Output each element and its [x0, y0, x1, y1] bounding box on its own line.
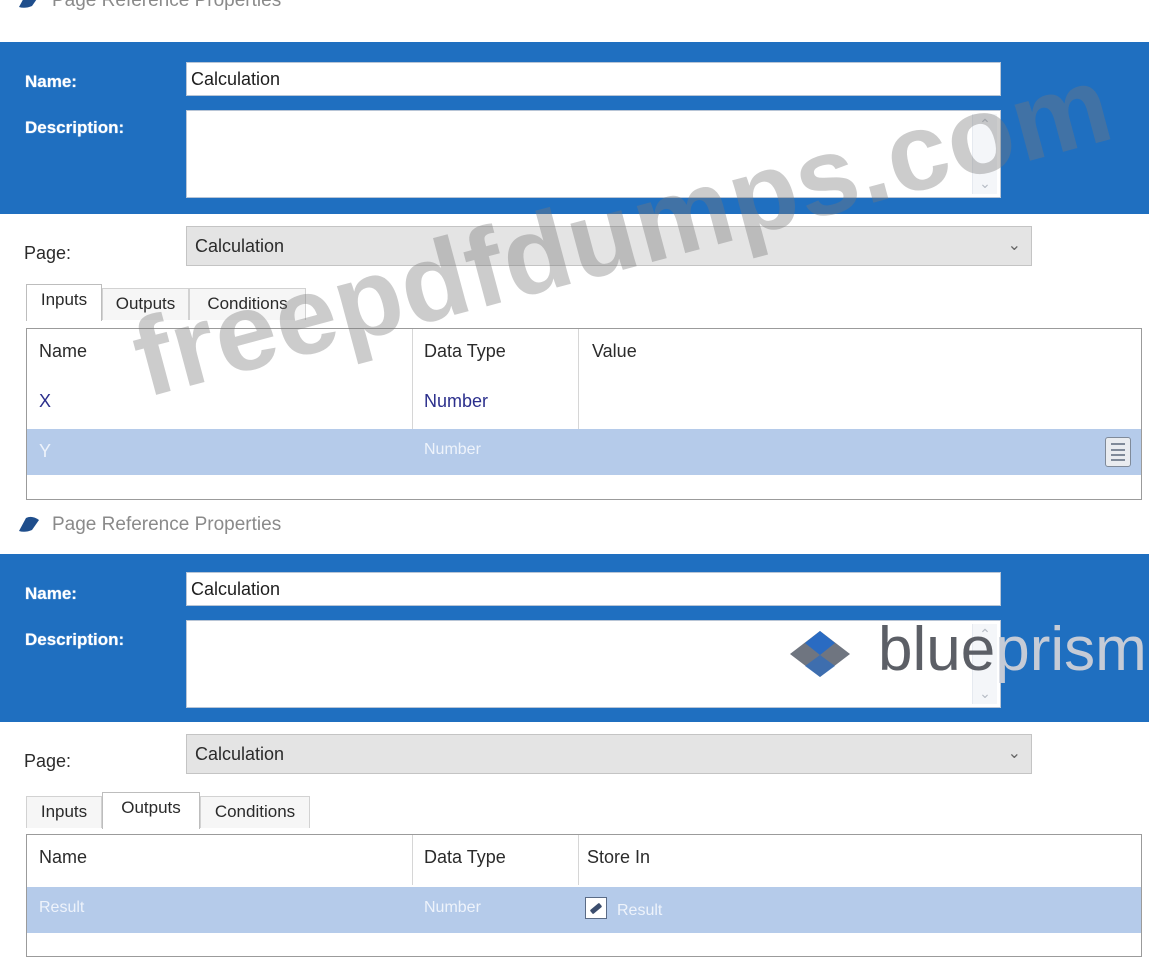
tab-outputs[interactable]: Outputs [102, 288, 189, 320]
tab-conditions[interactable]: Conditions [200, 796, 310, 828]
scroll-up-icon[interactable]: ⌃ [973, 626, 997, 643]
calculator-icon[interactable] [1105, 437, 1131, 467]
scroll-up-icon[interactable]: ⌃ [973, 116, 997, 133]
description-scrollbar[interactable]: ⌃ ⌄ [972, 114, 997, 194]
chevron-down-icon: ⌄ [1007, 237, 1021, 254]
column-header-data-type[interactable]: Data Type [424, 847, 506, 868]
table-row[interactable]: X Number [27, 379, 1141, 425]
name-label: Name: [25, 584, 77, 603]
grid-header: Name Data Type Store In [27, 835, 1141, 881]
column-header-name[interactable]: Name [39, 847, 87, 868]
tab-outputs[interactable]: Outputs [102, 792, 200, 829]
tab-inputs[interactable]: Inputs [26, 284, 102, 321]
name-label: Name: [25, 72, 77, 91]
table-row-selected[interactable]: Result Number Result [27, 887, 1141, 933]
tab-conditions[interactable]: Conditions [189, 288, 306, 320]
column-header-store-in[interactable]: Store In [587, 847, 650, 868]
page-select-value: Calculation [195, 236, 285, 256]
page-reference-icon [19, 516, 39, 532]
row-name: Y [39, 441, 52, 461]
name-field[interactable]: Calculation [186, 572, 1001, 606]
inputs-grid: Name Data Type Value X Number Y Number [26, 328, 1142, 500]
header-band: Name: Calculation Description: ⌃ ⌄ [0, 42, 1149, 214]
header-band: Name: Calculation Description: ⌃ ⌄ [0, 554, 1149, 722]
page-reference-icon [19, 0, 37, 8]
column-divider [412, 835, 413, 885]
grid-header: Name Data Type Value [27, 329, 1141, 375]
scroll-down-icon[interactable]: ⌄ [973, 685, 997, 702]
row-name: Result [39, 899, 85, 916]
description-label: Description: [25, 630, 125, 649]
store-in-value: Result [617, 902, 663, 919]
description-field[interactable]: ⌃ ⌄ [186, 620, 1001, 708]
table-row-selected[interactable]: Y Number [27, 429, 1141, 475]
column-divider [578, 835, 579, 885]
page-reference-properties-inputs: Page Reference Properties Name: Calculat… [0, 0, 1149, 500]
row-name: X [39, 391, 52, 411]
description-scrollbar[interactable]: ⌃ ⌄ [972, 624, 997, 704]
row-data-type: Number [424, 441, 481, 458]
data-item-icon [585, 897, 607, 919]
page-select[interactable]: Calculation ⌄ [186, 226, 1032, 266]
dialog-title: Page Reference Properties [18, 514, 281, 536]
row-data-type: Number [424, 391, 489, 411]
page-select[interactable]: Calculation ⌄ [186, 734, 1032, 774]
name-field[interactable]: Calculation [186, 62, 1001, 96]
row-store-in[interactable]: Result [585, 897, 662, 920]
row-data-type: Number [424, 899, 481, 916]
column-header-name[interactable]: Name [39, 341, 87, 362]
page-select-value: Calculation [195, 744, 285, 764]
description-field[interactable]: ⌃ ⌄ [186, 110, 1001, 198]
column-header-data-type[interactable]: Data Type [424, 341, 506, 362]
tab-inputs[interactable]: Inputs [26, 796, 102, 828]
page-label: Page: [24, 751, 72, 771]
scroll-down-icon[interactable]: ⌄ [973, 175, 997, 192]
dialog-title: Page Reference Properties [18, 0, 281, 12]
chevron-down-icon: ⌄ [1007, 745, 1021, 762]
page-label: Page: [24, 243, 72, 263]
page-reference-properties-outputs: Page Reference Properties Name: Calculat… [0, 500, 1149, 957]
outputs-grid: Name Data Type Store In Result Number Re… [26, 834, 1142, 957]
column-header-value[interactable]: Value [592, 341, 637, 362]
description-label: Description: [25, 118, 125, 137]
